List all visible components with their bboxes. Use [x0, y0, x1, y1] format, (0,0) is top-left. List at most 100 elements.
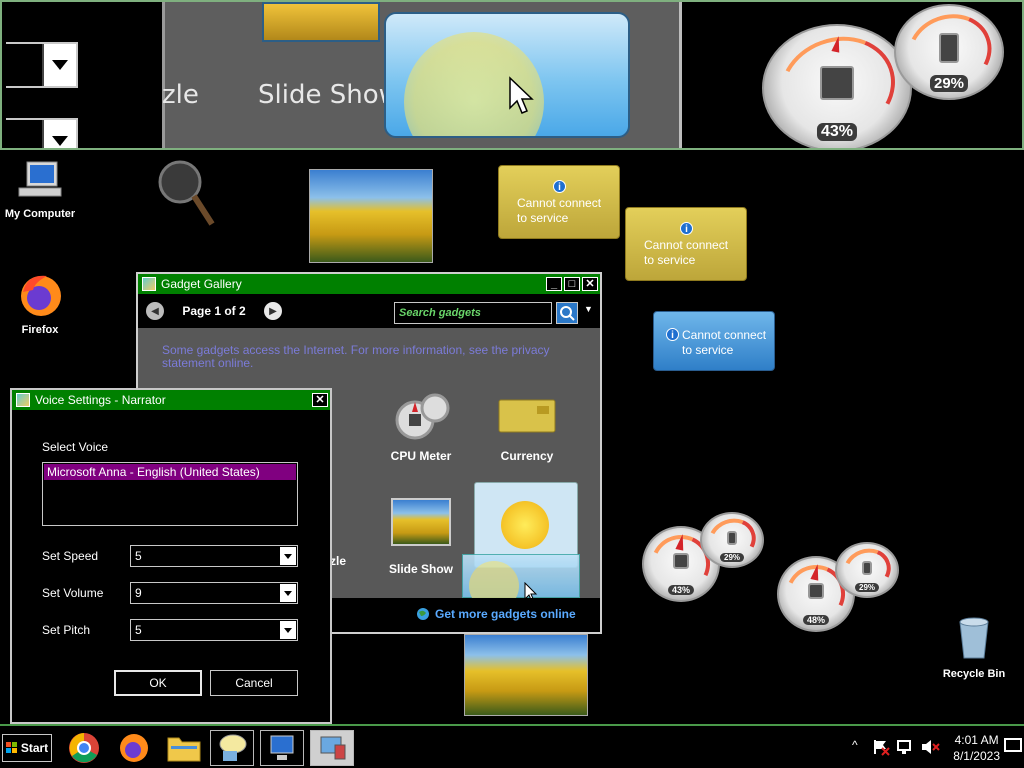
chevron-down-icon[interactable] — [280, 621, 296, 639]
show-hidden-icons-chevron-icon[interactable]: ^ — [852, 738, 858, 752]
start-button[interactable]: Start — [2, 734, 52, 762]
gallery-app-icon — [142, 277, 156, 291]
volume-value: 9 — [135, 586, 142, 600]
currency-gadget[interactable]: i Cannot connect to service — [625, 207, 747, 281]
desktop-icon-recycle-bin[interactable]: Recycle Bin — [934, 614, 1014, 680]
gadget-status-text: Cannot connect — [517, 196, 602, 210]
gallery-item-label: CPU Meter — [390, 449, 452, 463]
search-options-chevron-icon[interactable]: ▼ — [584, 304, 593, 314]
taskbar-file-explorer[interactable] — [162, 730, 206, 766]
recycle-bin-icon — [959, 617, 989, 659]
magnified-weather-gadget — [384, 12, 630, 138]
system-clock[interactable]: 4:01 AM 8/1/2023 — [953, 732, 1000, 764]
gadget-gallery-titlebar[interactable]: Gadget Gallery _ □ ✕ — [138, 274, 600, 294]
gallery-item-label: zle — [330, 554, 347, 568]
voice-listbox[interactable]: Microsoft Anna - English (United States) — [42, 462, 298, 526]
network-icon[interactable] — [896, 738, 914, 756]
info-icon: i — [666, 328, 679, 341]
pitch-label: Set Pitch — [42, 623, 91, 637]
speed-label: Set Speed — [42, 549, 99, 563]
magnified-tulip-thumb — [262, 2, 380, 42]
taskbar-speech-app[interactable] — [210, 730, 254, 766]
close-button[interactable]: ✕ — [582, 277, 598, 291]
firefox-icon — [120, 734, 148, 762]
windows-logo-icon — [5, 742, 17, 753]
link-text: Get more gadgets online — [435, 607, 576, 621]
slideshow-gadget[interactable] — [464, 634, 588, 716]
clock-date: 8/1/2023 — [953, 749, 1000, 763]
computer-settings-icon — [320, 736, 346, 760]
search-gadgets-input[interactable]: Search gadgets — [394, 302, 552, 324]
search-button[interactable] — [556, 302, 578, 324]
speed-select[interactable]: 5 — [130, 545, 298, 567]
slide-show-thumbnail — [391, 498, 451, 546]
search-icon — [560, 306, 575, 321]
magnified-label: Slide Show — [258, 80, 400, 110]
voice-settings-titlebar[interactable]: Voice Settings - Narrator ✕ — [12, 390, 330, 410]
desktop-icon-firefox[interactable]: Firefox — [0, 272, 80, 336]
gadget-status-text: to service — [644, 253, 696, 267]
globe-icon — [417, 608, 429, 620]
magnified-dropdown — [6, 42, 78, 88]
voice-settings-dialog: Voice Settings - Narrator ✕ Select Voice… — [10, 388, 332, 724]
firefox-icon — [21, 275, 61, 316]
gallery-item-currency[interactable]: Currency — [482, 396, 572, 463]
magnified-dropdown — [6, 118, 78, 148]
taskbar-chrome[interactable] — [62, 730, 106, 766]
taskbar-firefox[interactable] — [112, 730, 156, 766]
desktop-icon-label: My Computer — [4, 208, 76, 220]
start-label: Start — [20, 741, 49, 755]
volume-select[interactable]: 9 — [130, 582, 298, 604]
minimize-button[interactable]: _ — [546, 277, 562, 291]
maximize-button[interactable]: □ — [564, 277, 580, 291]
voice-list-item[interactable]: Microsoft Anna - English (United States) — [44, 464, 296, 480]
monitor-icon — [270, 735, 294, 760]
memory-meter-gadget[interactable]: 29% — [835, 542, 899, 598]
info-icon: i — [553, 180, 566, 193]
desktop-icon-label: Recycle Bin — [942, 668, 1006, 680]
chevron-down-icon[interactable] — [280, 584, 296, 602]
gadget-status-text: to service — [517, 211, 569, 225]
gallery-item-slide-show[interactable]: Slide Show — [376, 498, 466, 576]
prev-page-button[interactable]: ◀ — [146, 302, 164, 320]
taskbar-narrator[interactable] — [260, 730, 304, 766]
computer-icon — [18, 161, 62, 197]
magnified-memory-gauge: 29% — [894, 2, 1004, 102]
chevron-down-icon[interactable] — [280, 547, 296, 565]
drag-preview-weather — [462, 554, 580, 611]
info-icon: i — [680, 222, 693, 235]
taskbar: Start ^ 4:01 AM 8/1/2023 — [0, 724, 1024, 768]
pitch-value: 5 — [135, 623, 142, 637]
pitch-select[interactable]: 5 — [130, 619, 298, 641]
slideshow-gadget[interactable] — [309, 169, 433, 263]
cancel-button[interactable]: Cancel — [210, 670, 298, 696]
volume-muted-icon[interactable] — [920, 738, 940, 756]
desktop-icon-label: Firefox — [21, 324, 59, 336]
select-voice-label: Select Voice — [42, 440, 109, 454]
gadget-status-text: Cannot connect — [644, 238, 729, 252]
gadget-status-text: Cannot connect — [682, 328, 767, 342]
gallery-item-cpu-meter[interactable]: CPU Meter — [376, 392, 466, 463]
currency-icon — [498, 399, 556, 433]
gallery-item-label: Currency — [500, 449, 554, 463]
memory-meter-gadget[interactable]: 29% — [700, 512, 764, 568]
weather-gadget[interactable]: i Cannot connect to service — [653, 311, 775, 371]
narrator-app-icon — [16, 393, 30, 407]
ok-button[interactable]: OK — [114, 670, 202, 696]
speed-value: 5 — [135, 549, 142, 563]
next-page-button[interactable]: ▶ — [264, 302, 282, 320]
volume-label: Set Volume — [42, 586, 104, 600]
window-title: Gadget Gallery — [161, 277, 242, 291]
currency-gadget[interactable]: i Cannot connect to service — [498, 165, 620, 239]
get-more-gadgets-link[interactable]: Get more gadgets online — [416, 607, 576, 621]
clock-time: 4:01 AM — [954, 733, 999, 747]
action-center-icon[interactable] — [872, 738, 890, 756]
close-button[interactable]: ✕ — [312, 393, 328, 407]
chat-bubble-icon — [219, 734, 247, 761]
cpu-meter-icon — [395, 393, 450, 440]
sun-icon — [501, 501, 549, 549]
notification-icon[interactable] — [1004, 738, 1022, 754]
taskbar-active-app[interactable] — [310, 730, 354, 766]
magnifier-icon[interactable] — [156, 158, 218, 231]
desktop-icon-my-computer[interactable]: My Computer — [0, 160, 80, 220]
